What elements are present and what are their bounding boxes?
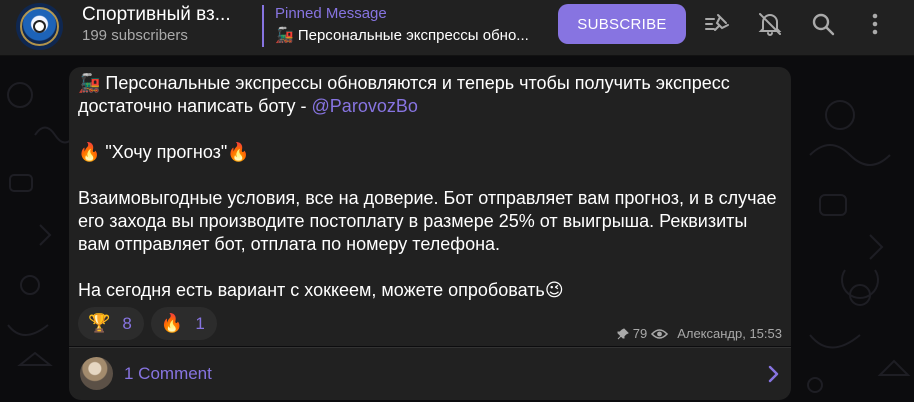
channel-title[interactable]: Спортивный вз... [82,4,231,26]
message-paragraph: 🔥 "Хочу прогноз"🔥 [78,142,250,162]
pin-icon [617,327,629,339]
comments-button[interactable]: 1 Comment [69,347,791,400]
subscribe-button[interactable]: SUBSCRIBE [558,4,686,44]
reactions-bar: 🏆 8 🔥 1 [78,307,217,340]
reaction-trophy[interactable]: 🏆 8 [78,307,144,340]
reaction-count: 1 [195,313,205,333]
eye-icon [651,328,669,339]
more-icon[interactable] [862,11,888,37]
unpin-icon[interactable] [704,11,730,37]
pinned-message[interactable]: Pinned Message 🚂 Персональные экспрессы … [262,5,550,47]
pinned-message-title: Pinned Message [275,5,387,22]
reaction-count: 8 [122,313,132,333]
search-icon[interactable] [810,11,836,37]
channel-avatar[interactable] [16,3,63,50]
message-paragraph: 🚂 Персональные экспрессы обновляются и т… [78,73,730,116]
trophy-emoji: 🏆 [88,313,111,333]
chevron-right-icon [768,365,779,383]
reaction-fire[interactable]: 🔥 1 [150,307,217,340]
bot-mention-link[interactable]: @ParovozBo [312,96,418,116]
commenter-avatar [80,357,113,390]
comments-label: 1 Comment [124,364,212,383]
message-paragraph: Взаимовыгодные условия, все на доверие. … [78,188,777,254]
message-meta: 79 Александр, 15:53 [617,326,782,341]
fire-emoji: 🔥 [160,313,184,333]
chat-header: Спортивный вз... 199 subscribers Pinned … [0,0,914,56]
subscriber-count: 199 subscribers [82,27,188,44]
muted-bell-icon[interactable] [757,11,783,37]
author-and-time: Александр, 15:53 [677,326,782,341]
view-count: 79 [632,326,648,341]
pinned-message-text: 🚂 Персональные экспрессы обно... [275,27,529,44]
message-text: 🚂 Персональные экспрессы обновляются и т… [78,72,778,302]
message-bubble[interactable]: 🚂 Персональные экспрессы обновляются и т… [69,67,791,346]
message-paragraph: На сегодня есть вариант с хоккеем, может… [78,280,564,300]
